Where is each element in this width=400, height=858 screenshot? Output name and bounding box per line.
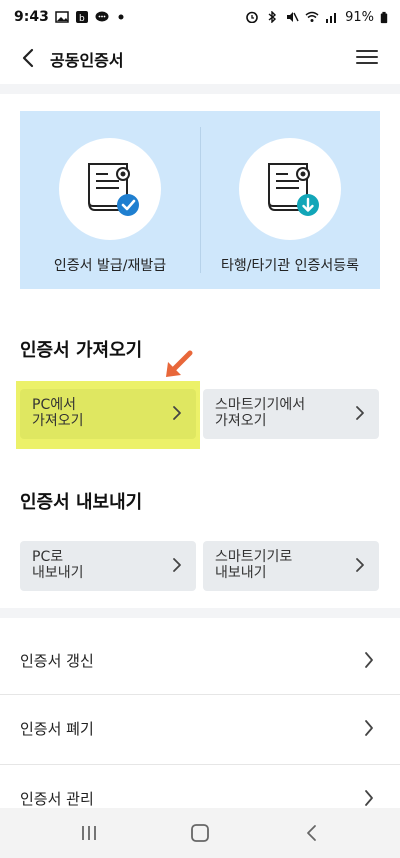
export-phone-line2: 내보내기 xyxy=(215,565,267,581)
back-button[interactable] xyxy=(16,44,40,72)
revoke-certificate-row[interactable]: 인증서 폐기 xyxy=(0,696,400,762)
page-title: 공동인증서 xyxy=(50,51,124,70)
gallery-icon xyxy=(55,11,69,23)
import-phone-line1: 스마트기기에서 xyxy=(215,397,306,413)
hamburger-icon xyxy=(356,50,378,52)
bluetooth-icon xyxy=(268,11,277,23)
issue-certificate-button[interactable]: 인증서 발급/재발급 xyxy=(20,111,200,289)
battery-percent: 91% xyxy=(345,9,374,25)
app-header: 공동인증서 xyxy=(0,34,400,82)
register-icon-circle xyxy=(239,138,341,240)
chevron-right-icon xyxy=(356,558,364,572)
alarm-icon xyxy=(246,11,258,23)
chevron-right-icon xyxy=(365,652,373,668)
status-bar: 9:43 b 91% xyxy=(0,0,400,34)
recent-apps-icon[interactable] xyxy=(77,823,101,843)
revoke-label: 인증서 폐기 xyxy=(20,720,94,738)
notification-b-icon: b xyxy=(75,11,88,23)
import-section-title: 인증서 가져오기 xyxy=(20,340,143,361)
import-phone-line2: 가져오기 xyxy=(215,413,267,429)
chevron-right-icon xyxy=(356,406,364,420)
section-divider xyxy=(0,84,400,94)
section-divider xyxy=(0,608,400,618)
manage-label: 인증서 관리 xyxy=(20,790,94,808)
signal-icon xyxy=(326,13,337,23)
back-nav-icon[interactable] xyxy=(300,823,324,843)
row-divider xyxy=(0,764,400,765)
manage-certificate-row[interactable]: 인증서 관리 xyxy=(0,766,400,808)
export-pc-line1: PC로 xyxy=(32,549,64,565)
battery-icon xyxy=(380,11,388,23)
svg-text:b: b xyxy=(79,14,85,23)
export-section-title: 인증서 내보내기 xyxy=(20,492,143,513)
chevron-right-icon xyxy=(365,720,373,736)
menu-button[interactable] xyxy=(356,46,378,68)
import-from-pc-button[interactable]: PC에서 가져오기 xyxy=(20,389,196,439)
chevron-right-icon xyxy=(173,406,181,420)
issue-label: 인증서 발급/재발급 xyxy=(53,258,167,274)
export-pc-line2: 내보내기 xyxy=(32,565,84,581)
certificate-download-icon xyxy=(268,163,319,216)
register-other-certificate-button[interactable]: 타행/타기관 인증서등록 xyxy=(200,111,380,289)
export-to-pc-button[interactable]: PC로 내보내기 xyxy=(20,541,196,591)
export-to-smartdevice-button[interactable]: 스마트기기로 내보내기 xyxy=(203,541,379,591)
chevron-right-icon xyxy=(365,790,373,806)
system-nav-bar xyxy=(0,808,400,858)
import-pc-line2: 가져오기 xyxy=(32,413,84,429)
renew-label: 인증서 갱신 xyxy=(20,652,94,670)
wifi-icon xyxy=(305,11,319,22)
register-label: 타행/타기관 인증서등록 xyxy=(221,258,359,274)
arrow-annotation-icon xyxy=(166,350,193,377)
certificate-check-icon xyxy=(88,163,139,216)
export-phone-line1: 스마트기기로 xyxy=(215,549,293,565)
issue-icon-circle xyxy=(59,138,161,240)
chevron-left-icon xyxy=(22,48,34,68)
row-divider xyxy=(0,694,400,695)
home-icon[interactable] xyxy=(188,823,212,843)
status-time: 9:43 xyxy=(14,9,49,25)
mute-icon xyxy=(287,12,299,22)
import-from-smartdevice-button[interactable]: 스마트기기에서 가져오기 xyxy=(203,389,379,439)
certificate-panel: 인증서 발급/재발급 타행/타기관 인증서등록 xyxy=(20,111,380,289)
chat-icon xyxy=(95,11,109,22)
dot-icon xyxy=(118,14,124,20)
import-pc-line1: PC에서 xyxy=(32,397,76,413)
chevron-right-icon xyxy=(173,558,181,572)
renew-certificate-row[interactable]: 인증서 갱신 xyxy=(0,628,400,694)
